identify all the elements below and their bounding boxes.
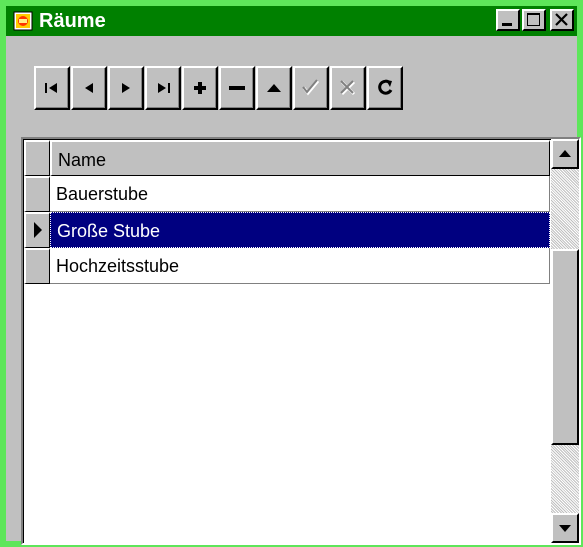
nav-refresh-button[interactable] — [367, 66, 403, 110]
window-controls — [494, 9, 574, 33]
header-indicator-cell — [24, 140, 50, 176]
row-indicator-current[interactable] — [24, 212, 50, 248]
table-row-selected[interactable]: Große Stube — [50, 212, 550, 248]
database-table-icon — [13, 11, 33, 31]
data-grid[interactable]: Name Bauerstube Große Stube Hochzeitsstu… — [21, 137, 581, 545]
title-bar[interactable]: Räume — [6, 6, 577, 36]
db-navigator — [34, 66, 534, 110]
maximize-button[interactable] — [522, 9, 546, 31]
scroll-down-button[interactable] — [551, 513, 579, 543]
table-row[interactable]: Bauerstube — [50, 176, 550, 212]
raeume-window: Räume Name Bauerstube Große Stube Hochze… — [0, 0, 583, 547]
minimize-button[interactable] — [496, 9, 520, 31]
scrollbar-thumb[interactable] — [551, 249, 579, 445]
nav-first-button[interactable] — [34, 66, 70, 110]
row-indicator[interactable] — [24, 248, 50, 284]
row-indicator[interactable] — [24, 176, 50, 212]
window-title: Räume — [39, 10, 106, 32]
close-button[interactable] — [550, 9, 574, 31]
nav-insert-button[interactable] — [182, 66, 218, 110]
column-header-name[interactable]: Name — [50, 140, 550, 176]
nav-next-button[interactable] — [108, 66, 144, 110]
scroll-up-button[interactable] — [551, 139, 579, 169]
nav-last-button[interactable] — [145, 66, 181, 110]
row-name-cell: Bauerstube — [56, 184, 149, 204]
nav-cancel-button[interactable] — [330, 66, 366, 110]
vertical-scrollbar[interactable] — [551, 139, 579, 543]
row-name-cell: Hochzeitsstube — [56, 256, 180, 276]
row-name-cell: Große Stube — [57, 221, 161, 241]
column-header-label: Name — [58, 150, 107, 170]
table-row[interactable]: Hochzeitsstube — [50, 248, 550, 284]
window-client-area: Räume Name Bauerstube Große Stube Hochze… — [6, 6, 581, 545]
nav-delete-button[interactable] — [219, 66, 255, 110]
grid-body: Name Bauerstube Große Stube Hochzeitsstu… — [23, 139, 579, 543]
nav-edit-button[interactable] — [256, 66, 292, 110]
nav-prior-button[interactable] — [71, 66, 107, 110]
nav-post-button[interactable] — [293, 66, 329, 110]
